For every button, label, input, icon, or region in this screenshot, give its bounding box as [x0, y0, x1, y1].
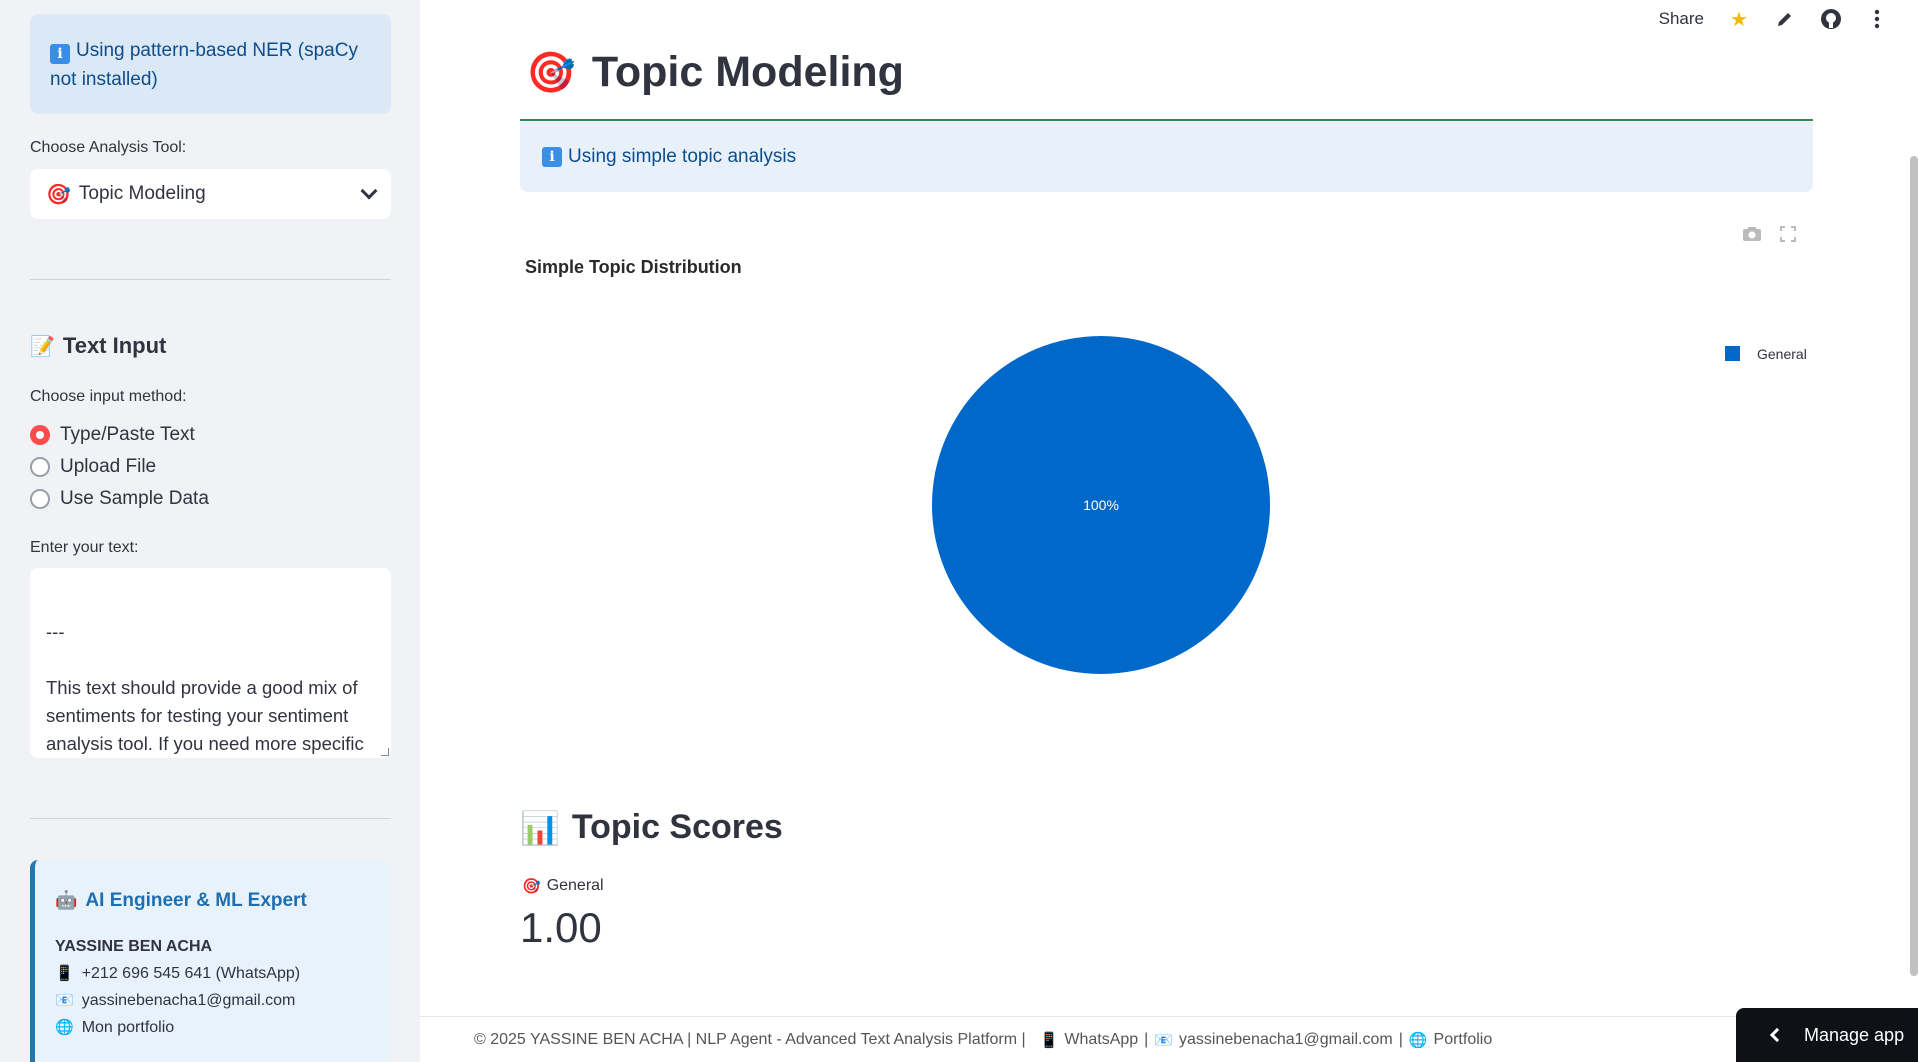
legend-label[interactable]: General [1757, 346, 1807, 362]
profile-email[interactable]: 📧 yassinebenacha1@gmail.com [55, 991, 371, 1010]
topic-scores-heading-text: Topic Scores [571, 808, 783, 846]
profile-name: YASSINE BEN ACHA [55, 938, 213, 955]
target-icon: 🎯 [522, 878, 541, 895]
memo-icon: 📝 [30, 336, 55, 358]
footer-portfolio-link[interactable]: Portfolio [1434, 1031, 1493, 1049]
page-title-text: Topic Modeling [591, 48, 904, 96]
target-icon: 🎯 [526, 51, 576, 95]
text-input-content: --- This text should provide a good mix … [46, 621, 364, 754]
scrollbar[interactable] [1910, 156, 1918, 976]
text-input-heading: 📝 Text Input [30, 333, 166, 359]
page-title: 🎯 Topic Modeling [526, 48, 904, 97]
radio-type-paste[interactable]: Type/Paste Text [30, 424, 195, 446]
main-info-text: Using simple topic analysis [568, 146, 797, 167]
edit-icon[interactable] [1774, 8, 1796, 30]
info-icon: i [542, 147, 562, 167]
radio-sample-data[interactable]: Use Sample Data [30, 488, 209, 510]
profile-card: 🤖 AI Engineer & ML Expert YASSINE BEN ACH… [30, 860, 391, 1062]
sidebar-info-alert: i Using pattern-based NER (spaCy not inst… [30, 14, 391, 114]
radio-button[interactable] [30, 457, 50, 477]
main-content: Share ★ 🎯 Topic Modeling i Using simple to… [420, 0, 1918, 1062]
phone-icon: 📱 [1039, 1031, 1059, 1049]
sidebar-info-text: Using pattern-based NER (spaCy not insta… [50, 40, 358, 90]
pie-chart: 100% General [932, 336, 1807, 674]
info-icon: i [50, 44, 70, 64]
globe-icon: 🌐 [55, 1019, 74, 1036]
robot-icon: 🤖 [55, 890, 78, 910]
metric-label-text: General [546, 877, 604, 894]
profile-email-text: yassinebenacha1@gmail.com [81, 992, 296, 1009]
github-icon[interactable] [1820, 8, 1842, 30]
target-icon: 🎯 [46, 183, 71, 206]
text-area-label: Enter your text: [30, 539, 139, 556]
footer-email-link[interactable]: yassinebenacha1@gmail.com [1179, 1031, 1393, 1049]
manage-app-label: Manage app [1804, 1024, 1905, 1045]
chevron-down-icon [360, 182, 378, 200]
profile-phone: 📱 +212 696 545 641 (WhatsApp) [55, 964, 371, 983]
share-button[interactable]: Share [1659, 9, 1704, 29]
analysis-tool-select[interactable]: 🎯 Topic Modeling [30, 169, 391, 219]
footer-whatsapp-link[interactable]: WhatsApp [1064, 1031, 1138, 1049]
sidebar-divider [30, 279, 391, 280]
resize-handle-icon[interactable] [381, 748, 389, 756]
email-icon: 📧 [55, 992, 74, 1009]
email-icon: 📧 [1154, 1031, 1173, 1049]
toolbar: Share ★ [1659, 8, 1888, 31]
globe-icon: 🌐 [1408, 1031, 1428, 1049]
pie-slice-label: 100% [1083, 497, 1119, 513]
metric-value: 1.00 [520, 904, 602, 951]
footer: © 2025 YASSINE BEN ACHA | NLP Agent - Ad… [420, 1016, 1918, 1062]
sidebar: i Using pattern-based NER (spaCy not inst… [0, 0, 420, 1062]
tool-select-label: Choose Analysis Tool: [30, 139, 187, 156]
radio-label: Upload File [60, 456, 157, 477]
phone-icon: 📱 [55, 965, 74, 982]
title-divider [520, 119, 1813, 121]
legend-swatch[interactable] [1725, 346, 1740, 361]
input-method-label: Choose input method: [30, 388, 187, 405]
sidebar-divider [30, 818, 391, 819]
more-options-icon[interactable] [1866, 8, 1888, 30]
radio-label: Use Sample Data [60, 488, 209, 509]
profile-portfolio-text: Mon portfolio [81, 1019, 175, 1036]
footer-copyright: © 2025 YASSINE BEN ACHA | NLP Agent - Ad… [474, 1030, 1026, 1048]
profile-title: 🤖 AI Engineer & ML Expert [55, 890, 371, 912]
chevron-left-icon [1769, 1027, 1785, 1043]
topic-scores-heading: 📊 Topic Scores [520, 808, 783, 847]
radio-upload-file[interactable]: Upload File [30, 456, 156, 478]
analysis-tool-value: Topic Modeling [78, 183, 206, 204]
radio-label: Type/Paste Text [60, 424, 195, 445]
metric-label: 🎯 General [522, 877, 604, 895]
profile-portfolio[interactable]: 🌐 Mon portfolio [55, 1018, 371, 1037]
profile-phone-text: +212 696 545 641 (WhatsApp) [81, 965, 301, 982]
manage-app-button[interactable]: Manage app [1736, 1008, 1918, 1062]
text-input-heading-label: Text Input [62, 333, 167, 358]
profile-title-text: AI Engineer & ML Expert [85, 890, 307, 911]
text-input-area[interactable]: --- This text should provide a good mix … [30, 568, 391, 758]
bar-chart-icon: 📊 [520, 809, 560, 846]
main-info-alert: i Using simple topic analysis [520, 122, 1813, 192]
radio-button[interactable] [30, 489, 50, 509]
radio-button-checked[interactable] [30, 425, 50, 445]
star-icon[interactable]: ★ [1728, 8, 1750, 31]
